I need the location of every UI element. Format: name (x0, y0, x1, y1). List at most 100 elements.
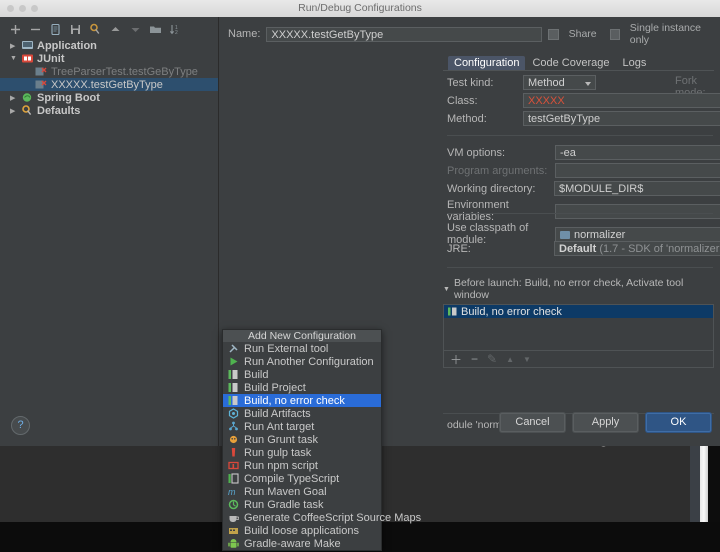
before-launch-item[interactable]: Build, no error check (444, 305, 713, 318)
menu-item-run-npm-script[interactable]: Run npm script (223, 459, 381, 472)
gulp-icon (228, 447, 239, 458)
typescript-icon (228, 473, 239, 484)
before-launch-list[interactable]: Build, no error check ＋ − ✎ ▲ ▼ (443, 304, 714, 368)
remove-icon[interactable] (29, 23, 42, 36)
menu-item-generate-coffeescript-source-maps[interactable]: Generate CoffeeScript Source Maps (223, 511, 421, 524)
method-input[interactable]: testGetByType (523, 111, 720, 126)
application-icon (21, 40, 34, 51)
build-icon (228, 369, 239, 380)
menu-item-label: Run npm script (244, 459, 318, 472)
menu-item-compile-typescript[interactable]: Compile TypeScript (223, 472, 381, 485)
menu-item-run-another-configuration[interactable]: Run Another Configuration (223, 355, 381, 368)
menu-items[interactable]: Run External tool Run Another Configurati… (223, 342, 421, 550)
junit-test-icon (35, 66, 48, 77)
menu-item-build-project[interactable]: Build Project (223, 381, 381, 394)
tree-item-label: TreeParserTest.testGeByType (51, 65, 198, 78)
vm-options-input[interactable]: -ea (555, 145, 720, 160)
tree-item-label: Defaults (37, 104, 81, 117)
menu-item-label: Build Project (244, 381, 306, 394)
maven-icon: m (228, 486, 239, 497)
menu-item-build-loose-applications[interactable]: Build loose applications (223, 524, 381, 537)
environment-variables-input[interactable] (555, 203, 720, 219)
settings-icon[interactable] (89, 23, 102, 36)
tree-toolbar[interactable]: 12 (0, 17, 218, 38)
tree-item-label: JUnit (37, 52, 65, 65)
editor-tabs[interactable]: Configuration Code Coverage Logs (448, 56, 652, 71)
chevron-down-icon[interactable]: ▼ (10, 55, 21, 62)
working-directory-input[interactable]: $MODULE_DIR$ (554, 181, 720, 196)
cancel-button[interactable]: Cancel (499, 412, 566, 433)
vm-options-row: VM options: -ea (447, 145, 720, 160)
vm-options-label: VM options: (447, 146, 506, 159)
menu-item-run-grunt-task[interactable]: Run Grunt task (223, 433, 381, 446)
jre-select[interactable]: Default (1.7 - SDK of 'normalizer' modul… (554, 241, 720, 256)
tree-item-application[interactable]: ▶ Application (0, 39, 218, 52)
jre-value-detail: (1.7 - SDK of 'normalizer' module) (599, 243, 720, 255)
before-launch-header-label: Before launch: Build, no error check, Ac… (453, 277, 684, 301)
test-kind-select[interactable]: Method (523, 75, 596, 90)
tree-item-label: Application (37, 39, 97, 52)
name-input[interactable]: XXXXX.testGetByType (266, 26, 543, 42)
move-down-icon[interactable] (129, 23, 142, 36)
menu-item-gradle-aware-make[interactable]: Gradle-aware Make (223, 537, 381, 550)
artifacts-icon (228, 408, 239, 419)
sort-icon[interactable]: 12 (169, 23, 182, 36)
menu-item-run-gulp-task[interactable]: Run gulp task (223, 446, 381, 459)
configurations-tree[interactable]: ▶ Application ▼ JUnit TreeParserTest.testGeB… (0, 39, 218, 117)
menu-item-run-gradle-task[interactable]: Run Gradle task (223, 498, 381, 511)
add-new-configuration-menu[interactable]: Add New Configuration Run External tool R… (222, 329, 421, 551)
window-titlebar[interactable]: Run/Debug Configurations (0, 0, 720, 18)
before-launch-toolbar[interactable]: ＋ − ✎ ▲ ▼ (444, 350, 713, 367)
menu-item-build-no-error-check[interactable]: Build, no error check (223, 394, 381, 407)
tab-configuration[interactable]: Configuration (448, 56, 526, 71)
menu-item-build-artifacts[interactable]: Build Artifacts (223, 407, 381, 420)
before-launch-section: ▼ Before launch: Build, no error check, … (443, 277, 714, 368)
add-icon[interactable] (9, 23, 22, 36)
menu-item-run-ant-target[interactable]: Run Ant target (223, 420, 381, 433)
tab-code-coverage[interactable]: Code Coverage (526, 56, 615, 71)
working-directory-row: Working directory: $MODULE_DIR$ ... (447, 181, 720, 196)
chevron-right-icon[interactable]: ▶ (10, 42, 21, 50)
add-icon[interactable]: ＋ (450, 351, 462, 368)
classpath-select[interactable]: normalizer (555, 226, 720, 242)
share-checkbox[interactable] (548, 28, 559, 40)
menu-item-label: Run Maven Goal (244, 485, 327, 498)
svg-text:2: 2 (175, 30, 178, 36)
single-instance-checkbox[interactable] (609, 28, 620, 40)
environment-variables-row: Environment variables: ... (447, 199, 720, 223)
menu-item-run-maven-goal[interactable]: m Run Maven Goal (223, 485, 381, 498)
method-row: Method: testGetByType ... (447, 111, 720, 126)
chevron-right-icon[interactable]: ▶ (10, 107, 21, 115)
tree-item-treeparsertest-testgebytype[interactable]: TreeParserTest.testGeByType (0, 65, 218, 78)
section-divider-3 (447, 267, 713, 268)
chevron-right-icon[interactable]: ▶ (10, 94, 21, 102)
desktop-scrollbar[interactable] (700, 442, 708, 522)
save-icon[interactable] (69, 23, 82, 36)
folder-icon[interactable] (149, 23, 162, 36)
method-label: Method: (447, 112, 487, 125)
tree-item-spring-boot[interactable]: ▶ Spring Boot (0, 91, 218, 104)
menu-item-build[interactable]: Build (223, 368, 381, 381)
ok-button[interactable]: OK (645, 412, 712, 433)
external-tool-icon (228, 343, 239, 354)
copy-icon[interactable] (49, 23, 62, 36)
menu-item-run-external-tool[interactable]: Run External tool (223, 342, 381, 355)
remove-icon[interactable]: − (471, 352, 478, 366)
move-up-icon[interactable] (109, 23, 122, 36)
program-arguments-input[interactable] (555, 163, 720, 178)
before-launch-item-label: Build, no error check (461, 305, 562, 318)
chevron-down-icon[interactable]: ▼ (443, 286, 450, 293)
tab-underline (443, 70, 714, 71)
class-input[interactable]: XXXXX (523, 93, 720, 108)
program-arguments-row: Program arguments: (447, 163, 720, 178)
test-kind-row: Test kind: Method (447, 75, 596, 90)
tree-item-defaults[interactable]: ▶ Defaults (0, 104, 218, 117)
jre-label: JRE: (447, 242, 471, 255)
tree-item-xxxxx-testgetbytype[interactable]: XXXXX.testGetByType (0, 78, 218, 91)
before-launch-header[interactable]: ▼ Before launch: Build, no error check, … (443, 277, 714, 301)
apply-button[interactable]: Apply (572, 412, 639, 433)
tree-item-junit[interactable]: ▼ JUnit (0, 52, 218, 65)
tab-logs[interactable]: Logs (617, 56, 653, 71)
move-up-icon: ▲ (506, 354, 515, 364)
help-button[interactable]: ? (11, 416, 30, 435)
